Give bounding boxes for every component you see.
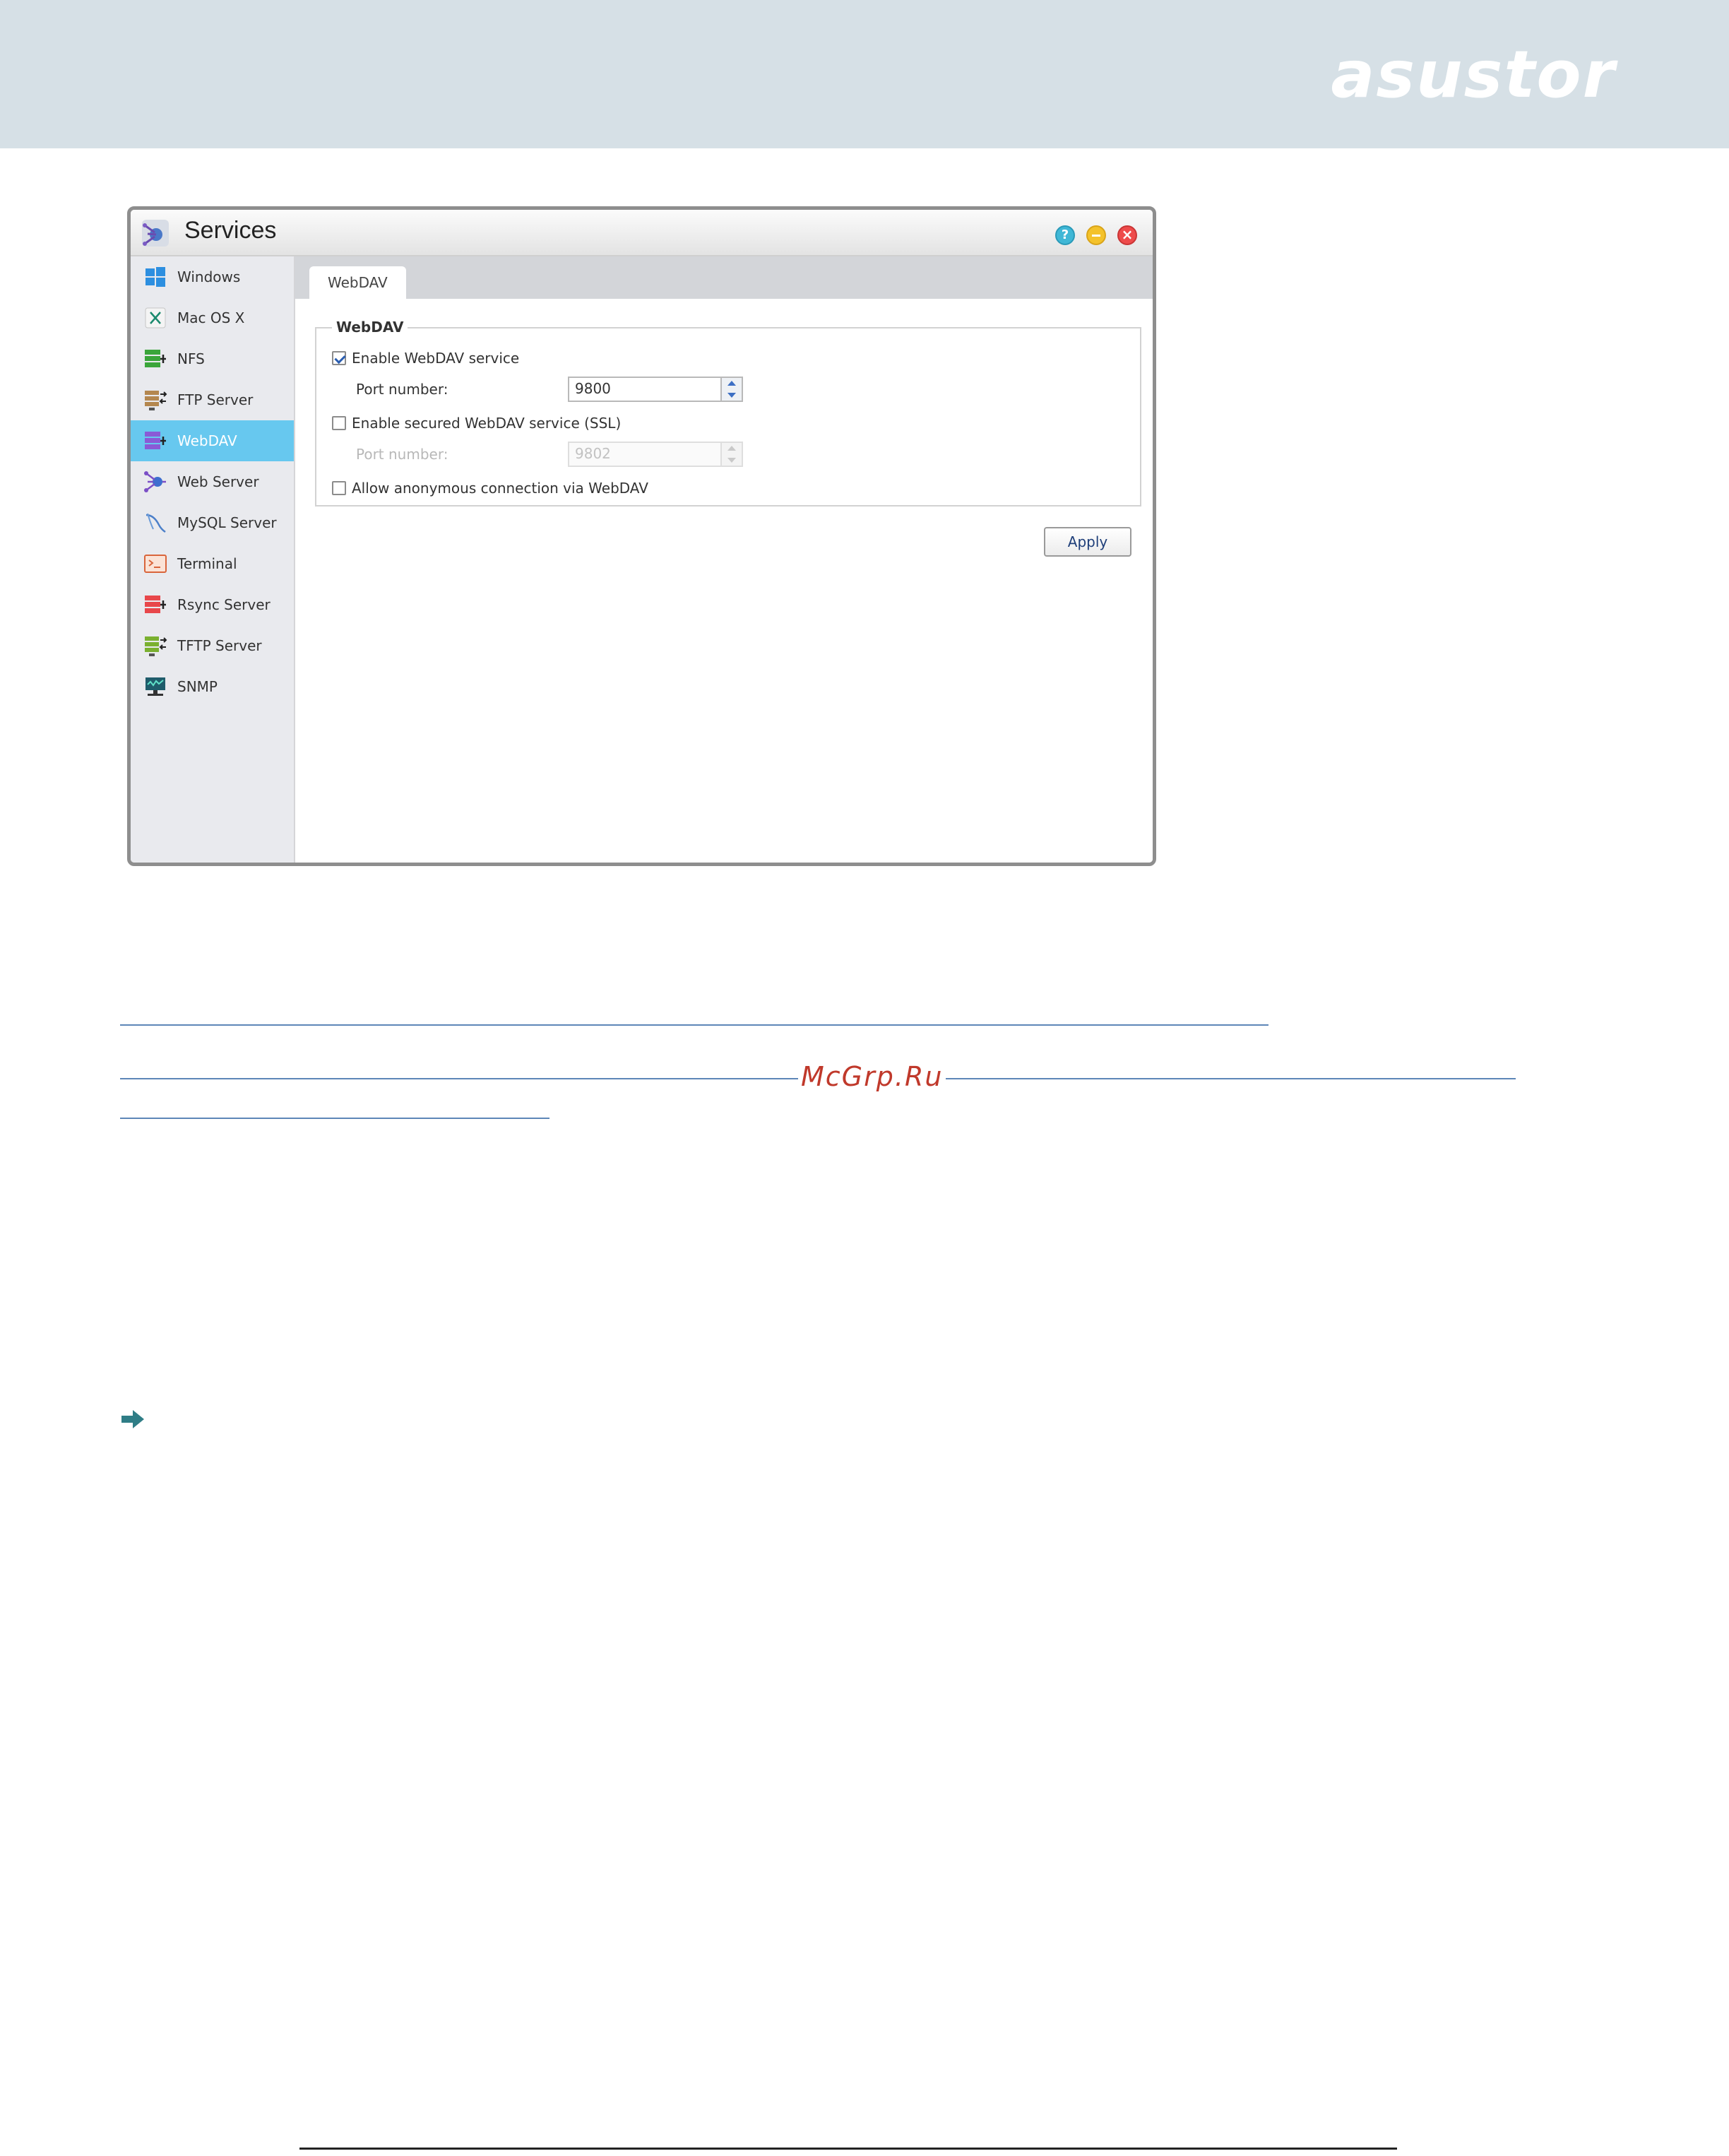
sidebar-item-mac-os-x[interactable]: Mac OS X: [131, 297, 294, 338]
link-underline: [120, 1024, 1268, 1026]
allow-anonymous-checkbox[interactable]: [332, 481, 346, 495]
asustor-logo: asustor: [1331, 37, 1616, 112]
ftp-server-icon: [145, 391, 167, 410]
port-number-spin-buttons[interactable]: [720, 378, 742, 401]
enable-webdav-row[interactable]: Enable WebDAV service: [332, 350, 519, 367]
sidebar-item-ftp-server[interactable]: FTP Server: [131, 379, 294, 420]
sidebar-item-label: Terminal: [177, 555, 237, 572]
snmp-icon: [145, 677, 165, 696]
close-icon[interactable]: ×: [1117, 225, 1137, 245]
rsync-server-icon: [145, 596, 166, 613]
window-titlebar[interactable]: Services ? ×: [131, 210, 1153, 256]
sidebar-item-label: Rsync Server: [177, 596, 271, 613]
webdav-fieldset: WebDAV Enable WebDAV service Port number…: [315, 319, 1141, 507]
tftp-server-icon: [145, 636, 167, 656]
sidebar-item-label: Windows: [177, 268, 241, 285]
sidebar-item-label: SNMP: [177, 678, 218, 695]
fieldset-legend: WebDAV: [332, 319, 408, 336]
link-underline: [120, 1118, 549, 1119]
spin-up-icon[interactable]: [727, 381, 736, 386]
window-title: Services: [184, 217, 277, 244]
sidebar-item-label: Web Server: [177, 473, 259, 490]
tab-bar: WebDAV: [295, 256, 1153, 299]
enable-ssl-label: Enable secured WebDAV service (SSL): [352, 415, 622, 432]
minimize-icon[interactable]: [1086, 225, 1106, 245]
ssl-port-number-value: 9802: [575, 445, 611, 462]
footer-line: [299, 2148, 1397, 2150]
help-icon[interactable]: ?: [1055, 225, 1075, 245]
sidebar-item-label: NFS: [177, 350, 205, 367]
sidebar-item-mysql-server[interactable]: MySQL Server: [131, 502, 294, 543]
windows-icon: [145, 267, 165, 287]
tab-webdav[interactable]: WebDAV: [309, 266, 406, 299]
services-app-icon: [142, 220, 169, 247]
terminal-icon: [144, 555, 167, 573]
apply-button[interactable]: Apply: [1044, 527, 1131, 557]
sidebar-item-terminal[interactable]: Terminal: [131, 543, 294, 584]
mac-os-x-icon: [145, 307, 166, 328]
sidebar-item-snmp[interactable]: SNMP: [131, 666, 294, 707]
webdav-icon: [145, 432, 166, 449]
sidebar-item-nfs[interactable]: NFS: [131, 338, 294, 379]
spin-up-icon: [727, 446, 736, 451]
port-number-value[interactable]: 9800: [575, 380, 611, 397]
mysql-server-icon: [145, 513, 166, 533]
web-server-icon: [144, 471, 166, 492]
ssl-port-number-stepper: 9802: [568, 442, 743, 467]
sidebar-item-web-server[interactable]: Web Server: [131, 461, 294, 502]
sidebar-item-tftp-server[interactable]: TFTP Server: [131, 625, 294, 666]
services-window: Services ? × Windows Mac OS X NFS FTP Se…: [127, 206, 1156, 866]
ssl-port-number-label: Port number:: [356, 446, 448, 463]
enable-ssl-checkbox[interactable]: [332, 416, 346, 430]
enable-ssl-row[interactable]: Enable secured WebDAV service (SSL): [332, 415, 621, 432]
sidebar-item-label: FTP Server: [177, 391, 254, 408]
sidebar-item-windows[interactable]: Windows: [131, 256, 294, 297]
sidebar-item-label: WebDAV: [177, 432, 237, 449]
allow-anonymous-row[interactable]: Allow anonymous connection via WebDAV: [332, 480, 648, 497]
content-panel: WebDAV WebDAV Enable WebDAV service Port…: [295, 256, 1153, 863]
header-band: asustor: [0, 0, 1729, 148]
sidebar-item-label: Mac OS X: [177, 309, 245, 326]
watermark: McGrp.Ru: [798, 1061, 946, 1092]
sidebar-item-rsync-server[interactable]: Rsync Server: [131, 584, 294, 625]
services-sidebar: Windows Mac OS X NFS FTP Server WebDAV W…: [131, 256, 295, 863]
ssl-port-spin-buttons: [720, 443, 742, 466]
arrow-right-icon: [121, 1410, 144, 1428]
sidebar-item-label: MySQL Server: [177, 514, 277, 531]
spin-down-icon: [727, 458, 736, 463]
enable-webdav-label: Enable WebDAV service: [352, 350, 520, 367]
allow-anonymous-label: Allow anonymous connection via WebDAV: [352, 480, 648, 497]
sidebar-item-label: TFTP Server: [177, 637, 262, 654]
nfs-icon: [145, 350, 166, 367]
port-number-stepper[interactable]: 9800: [568, 377, 743, 402]
spin-down-icon[interactable]: [727, 393, 736, 398]
enable-webdav-checkbox[interactable]: [332, 351, 346, 365]
sidebar-item-webdav[interactable]: WebDAV: [131, 420, 294, 461]
port-number-label: Port number:: [356, 381, 448, 398]
